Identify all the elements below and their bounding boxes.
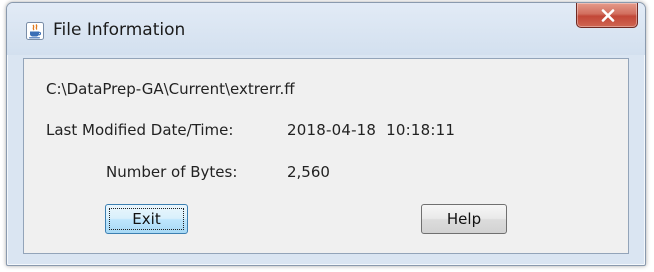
title-bar[interactable]: File Information <box>7 3 645 55</box>
window-title: File Information <box>53 20 186 40</box>
close-x-icon <box>601 9 615 22</box>
close-button[interactable] <box>576 3 638 28</box>
help-button[interactable]: Help <box>421 204 507 234</box>
number-of-bytes-value: 2,560 <box>287 163 330 181</box>
number-of-bytes-label: Number of Bytes: <box>106 163 238 181</box>
content-panel: C:\DataPrep-GA\Current\extrerr.ff Last M… <box>23 58 629 254</box>
exit-button[interactable]: Exit <box>105 204 188 234</box>
last-modified-label: Last Modified Date/Time: <box>46 121 234 139</box>
java-cup-icon <box>26 22 44 40</box>
file-path: C:\DataPrep-GA\Current\extrerr.ff <box>46 80 295 98</box>
last-modified-value: 2018-04-18 10:18:11 <box>287 121 456 139</box>
file-information-dialog: File Information C:\DataPrep-GA\Current\… <box>6 2 646 266</box>
exit-button-label: Exit <box>132 210 161 228</box>
help-button-label: Help <box>446 210 482 228</box>
